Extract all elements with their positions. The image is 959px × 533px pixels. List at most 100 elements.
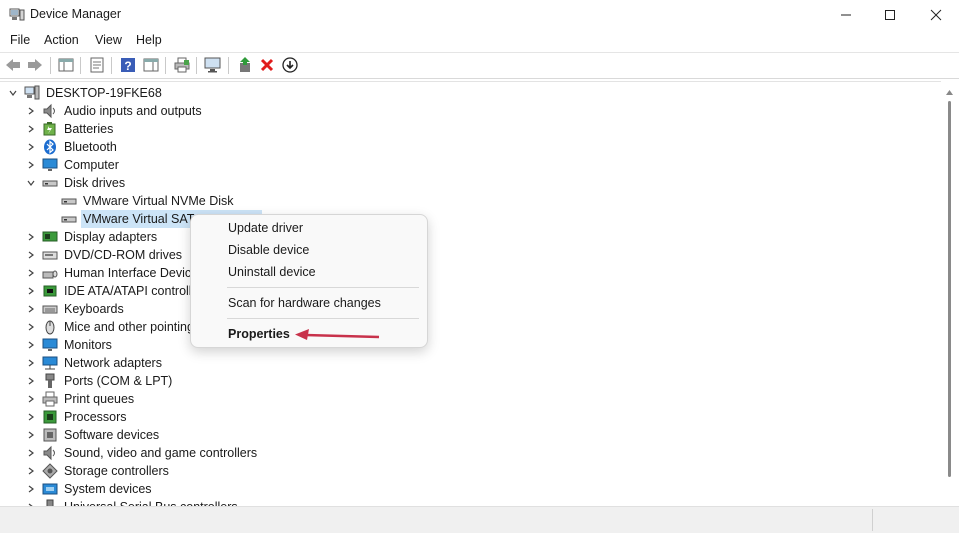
menu-item-disable-device[interactable]: Disable device — [228, 243, 309, 257]
close-button[interactable] — [913, 0, 959, 30]
tree-item-audio[interactable]: Audio inputs and outputs — [24, 102, 204, 120]
tree-item-label: Processors — [64, 410, 127, 424]
show-hide-console-tree-icon[interactable] — [57, 56, 75, 74]
display-adapter-icon — [42, 229, 58, 245]
chevron-right-icon[interactable] — [24, 228, 38, 246]
forward-icon[interactable] — [26, 56, 44, 74]
chevron-right-icon[interactable] — [24, 408, 38, 426]
chevron-right-icon[interactable] — [24, 120, 38, 138]
printer-icon — [42, 391, 58, 407]
menu-item-uninstall-device[interactable]: Uninstall device — [228, 265, 316, 279]
chevron-right-icon[interactable] — [24, 102, 38, 120]
hid-icon — [42, 265, 58, 281]
port-icon — [42, 373, 58, 389]
tree-item-monitors[interactable]: Monitors — [24, 336, 114, 354]
chevron-right-icon[interactable] — [24, 318, 38, 336]
mouse-icon — [42, 319, 58, 335]
device-tree: DESKTOP-19FKE68 Audio inputs and outputs… — [0, 81, 941, 507]
chevron-right-icon[interactable] — [24, 426, 38, 444]
chevron-down-icon[interactable] — [6, 84, 20, 102]
menu-view[interactable]: View — [95, 33, 122, 47]
system-device-icon — [42, 481, 58, 497]
chevron-right-icon[interactable] — [24, 282, 38, 300]
tree-item-processors[interactable]: Processors — [24, 408, 129, 426]
chevron-right-icon[interactable] — [24, 480, 38, 498]
minimize-button[interactable] — [823, 0, 869, 30]
help-icon[interactable]: ? — [119, 56, 137, 74]
scroll-up-icon[interactable] — [945, 85, 954, 99]
chevron-right-icon[interactable] — [24, 444, 38, 462]
device-manager-icon — [9, 8, 25, 22]
tree-item-dvd[interactable]: DVD/CD-ROM drives — [24, 246, 184, 264]
tree-item-label: Disk drives — [64, 176, 126, 190]
tree-item-network[interactable]: Network adapters — [24, 354, 164, 372]
chevron-right-icon[interactable] — [24, 246, 38, 264]
tree-item-computer[interactable]: Computer — [24, 156, 121, 174]
tree-item-label: Human Interface Device — [64, 266, 199, 280]
chevron-right-icon[interactable] — [24, 390, 38, 408]
chevron-right-icon[interactable] — [24, 264, 38, 282]
software-device-icon — [42, 427, 58, 443]
tree-item-system-devices[interactable]: System devices — [24, 480, 154, 498]
scan-hardware-icon[interactable] — [204, 56, 222, 74]
tree-item-label: Network adapters — [64, 356, 162, 370]
chevron-right-icon[interactable] — [24, 336, 38, 354]
chevron-right-icon[interactable] — [24, 138, 38, 156]
status-divider — [872, 509, 873, 531]
network-icon — [42, 355, 58, 371]
tree-root[interactable]: DESKTOP-19FKE68 — [6, 84, 164, 102]
print-icon[interactable] — [173, 56, 191, 74]
window-title: Device Manager — [30, 7, 122, 21]
disable-device-icon[interactable] — [281, 56, 299, 74]
context-menu: Update driver Disable device Uninstall d… — [190, 214, 428, 348]
tree-item-label: VMware Virtual NVMe Disk — [83, 194, 234, 208]
chevron-right-icon[interactable] — [24, 462, 38, 480]
tree-item-label: Software devices — [64, 428, 160, 442]
tree-item-storage-controllers[interactable]: Storage controllers — [24, 462, 171, 480]
tree-item-label: Sound, video and game controllers — [64, 446, 258, 460]
storage-icon — [42, 463, 58, 479]
menu-item-properties[interactable]: Properties — [228, 327, 290, 341]
update-driver-icon[interactable] — [236, 56, 254, 74]
menu-file[interactable]: File — [10, 33, 30, 47]
menu-item-scan-hardware[interactable]: Scan for hardware changes — [228, 296, 381, 310]
tree-item-ports[interactable]: Ports (COM & LPT) — [24, 372, 174, 390]
tree-item-nvme-disk[interactable]: VMware Virtual NVMe Disk — [61, 192, 236, 210]
tree-item-hid[interactable]: Human Interface Device — [24, 264, 200, 282]
back-icon[interactable] — [4, 56, 22, 74]
toolbar: ? — [0, 53, 959, 79]
chevron-right-icon[interactable] — [24, 354, 38, 372]
vertical-scrollbar[interactable] — [941, 81, 959, 506]
menu-help[interactable]: Help — [136, 33, 162, 47]
tree-item-bluetooth[interactable]: Bluetooth — [24, 138, 119, 156]
tree-item-display-adapters[interactable]: Display adapters — [24, 228, 159, 246]
menu-item-update-driver[interactable]: Update driver — [228, 221, 303, 235]
toolbar-separator — [165, 57, 166, 74]
menu-action[interactable]: Action — [44, 33, 79, 47]
uninstall-device-icon[interactable] — [258, 56, 276, 74]
speaker-icon — [42, 103, 58, 119]
tree-item-disk-drives[interactable]: Disk drives — [24, 174, 127, 192]
scroll-thumb[interactable] — [948, 101, 951, 477]
chevron-right-icon[interactable] — [24, 156, 38, 174]
disk-drive-icon — [42, 175, 58, 191]
chevron-down-icon[interactable] — [24, 174, 38, 192]
tree-item-batteries[interactable]: Batteries — [24, 120, 115, 138]
action-pane-icon[interactable] — [142, 56, 160, 74]
chevron-right-icon[interactable] — [24, 372, 38, 390]
maximize-button[interactable] — [867, 0, 913, 30]
tree-item-mice[interactable]: Mice and other pointing — [24, 318, 196, 336]
toolbar-separator — [80, 57, 81, 74]
tree-item-sound-video[interactable]: Sound, video and game controllers — [24, 444, 259, 462]
tree-item-software-devices[interactable]: Software devices — [24, 426, 161, 444]
bluetooth-icon — [42, 139, 58, 155]
tree-item-label: Storage controllers — [64, 464, 169, 478]
menu-separator — [227, 318, 419, 319]
tree-item-ide[interactable]: IDE ATA/ATAPI controlle — [24, 282, 201, 300]
chevron-right-icon[interactable] — [24, 300, 38, 318]
tree-item-keyboards[interactable]: Keyboards — [24, 300, 126, 318]
properties-icon[interactable] — [88, 56, 106, 74]
tree-item-label: Mice and other pointing — [64, 320, 194, 334]
tree-item-print-queues[interactable]: Print queues — [24, 390, 136, 408]
svg-text:?: ? — [124, 59, 131, 73]
